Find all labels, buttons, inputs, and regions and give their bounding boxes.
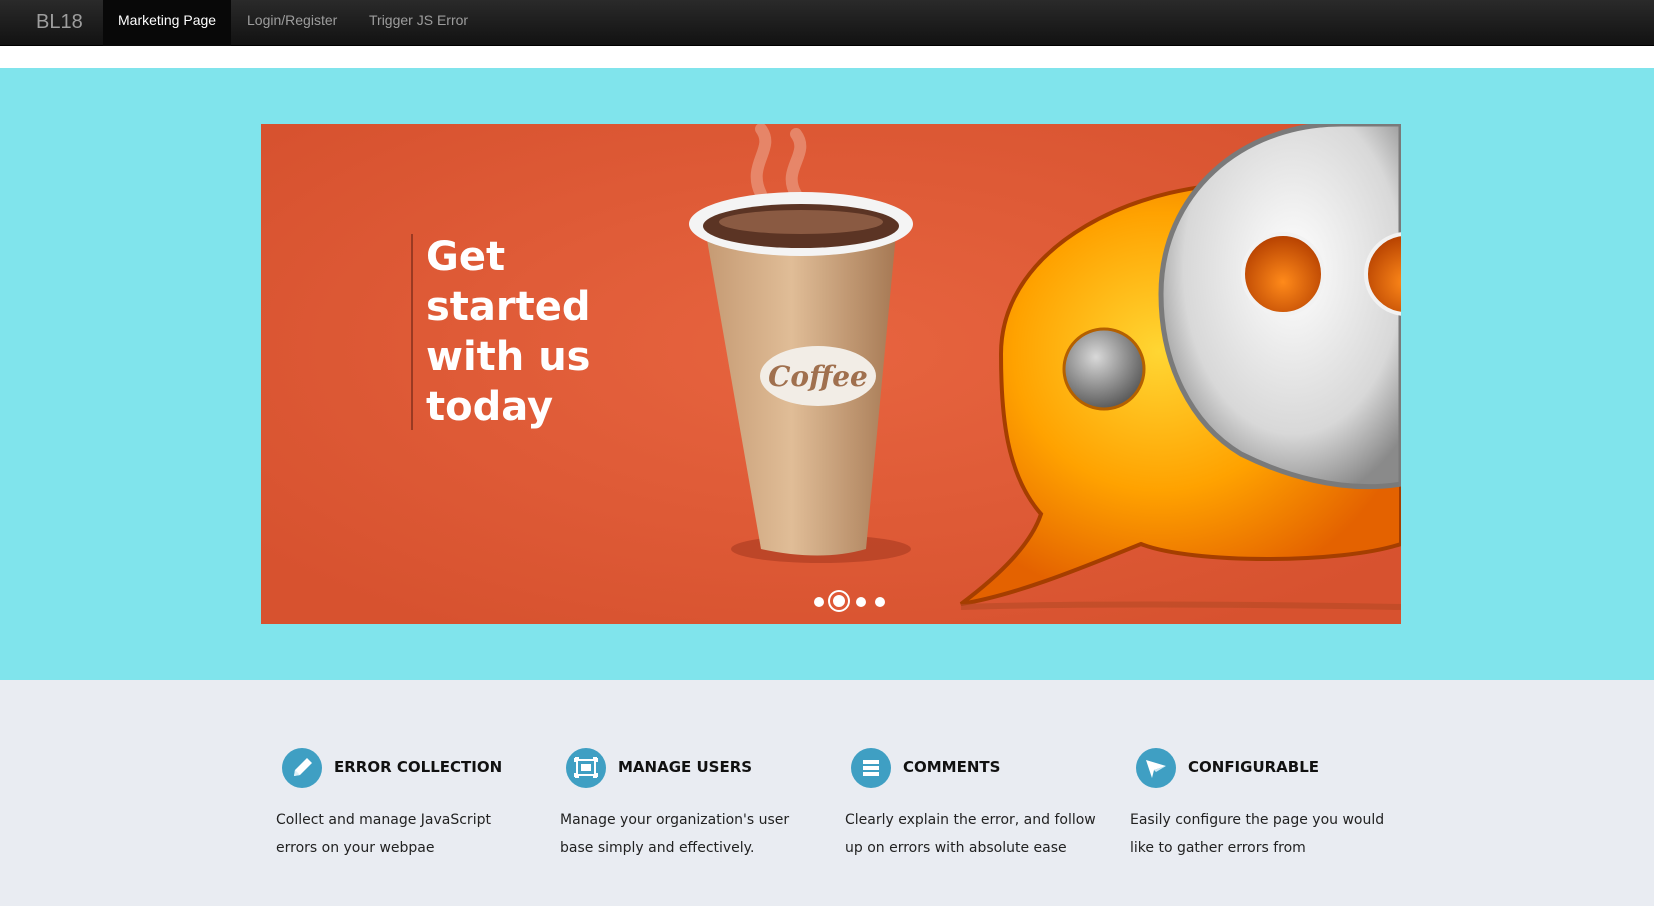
hero-headline: Get started with us today bbox=[426, 234, 591, 430]
feature-title: CONFIGURABLE bbox=[1188, 758, 1320, 776]
pencil-icon bbox=[282, 748, 322, 788]
hero-section: Coffee Get started with us today bbox=[0, 68, 1654, 680]
feature-description: Collect and manage JavaScript errors on … bbox=[276, 812, 491, 856]
feature-title: COMMENTS bbox=[903, 758, 1001, 776]
carousel-dot-active[interactable] bbox=[830, 592, 848, 610]
hero-carousel[interactable]: Coffee Get started with us today bbox=[261, 124, 1401, 624]
features-section: ERROR COLLECTION Collect and manage Java… bbox=[0, 680, 1654, 906]
navbar: BL18 Marketing Page Login/Register Trigg… bbox=[0, 0, 1654, 46]
nav-trigger-js-error[interactable]: Trigger JS Error bbox=[354, 0, 483, 46]
carousel-dot[interactable] bbox=[875, 597, 885, 607]
headline-divider bbox=[411, 234, 413, 430]
feature-description: Manage your organization's user base sim… bbox=[560, 812, 790, 856]
brand-logo[interactable]: BL18 bbox=[36, 11, 83, 34]
cup-label: Coffee bbox=[768, 360, 868, 393]
list-icon bbox=[851, 748, 891, 788]
screen-icon bbox=[566, 748, 606, 788]
nav-login-register[interactable]: Login/Register bbox=[232, 0, 352, 46]
feature-description: Easily configure the page you would like… bbox=[1130, 812, 1385, 856]
paper-plane-icon bbox=[1136, 748, 1176, 788]
carousel-dot[interactable] bbox=[856, 597, 866, 607]
feature-description: Clearly explain the error, and follow up… bbox=[845, 812, 1096, 856]
feature-title: ERROR COLLECTION bbox=[334, 758, 503, 776]
feature-title: MANAGE USERS bbox=[618, 758, 753, 776]
carousel-dot[interactable] bbox=[814, 597, 824, 607]
nav-marketing-page[interactable]: Marketing Page bbox=[103, 0, 232, 46]
